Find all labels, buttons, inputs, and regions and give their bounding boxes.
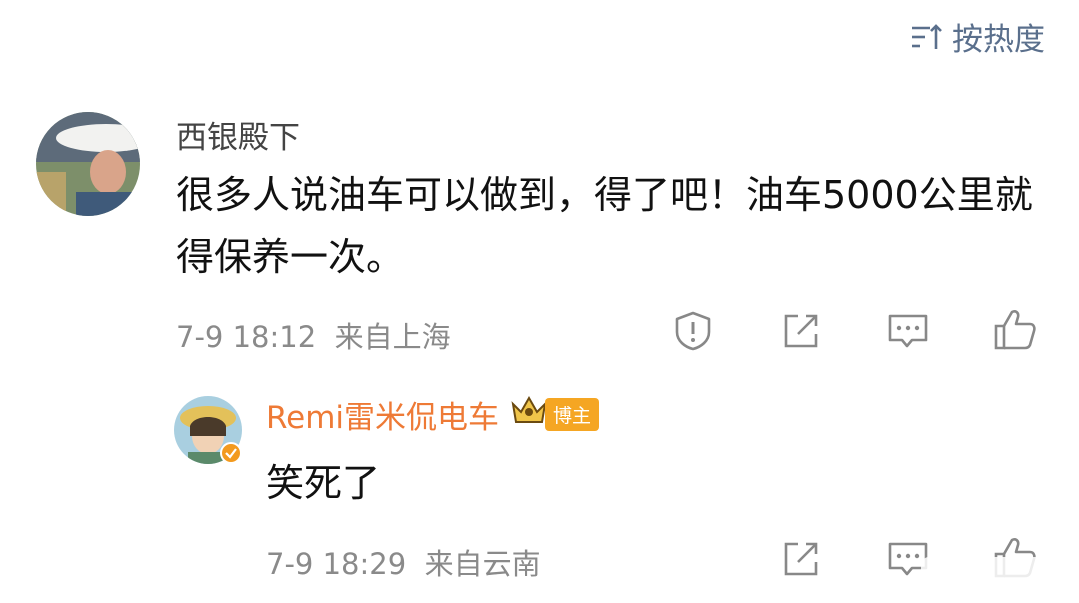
- watermark-overlay: [921, 557, 1071, 597]
- share-icon[interactable]: [780, 538, 822, 584]
- crown-icon: [509, 394, 549, 436]
- reply-meta: 7-9 18:29 来自云南: [266, 541, 541, 583]
- comment-time: 7-9 18:12: [176, 320, 317, 354]
- comment-location: 来自上海: [334, 320, 451, 354]
- reply-location: 来自云南: [424, 547, 541, 581]
- comment-username[interactable]: 西银殿下: [176, 112, 300, 157]
- reply-username[interactable]: Remi雷米侃电车: [266, 392, 499, 437]
- like-icon[interactable]: [992, 306, 1038, 356]
- reply-text: 笑死了: [266, 461, 381, 505]
- comment-meta: 7-9 18:12 来自上海: [176, 314, 451, 356]
- reply-username-row: Remi雷米侃电车 博主: [266, 392, 600, 437]
- sort-control[interactable]: 按热度: [910, 14, 1045, 59]
- verified-icon: [220, 442, 242, 468]
- report-icon[interactable]: [672, 310, 714, 356]
- comment-text: 很多人说油车可以做到，得了吧！油车5000公里就得保养一次。: [176, 173, 1033, 279]
- badge-label: 博主: [545, 398, 600, 431]
- sort-label: 按热度: [952, 22, 1045, 58]
- blogger-badge: 博主: [509, 394, 600, 436]
- reply-time: 7-9 18:29: [266, 547, 407, 581]
- share-icon[interactable]: [780, 310, 822, 356]
- sort-icon: [910, 22, 944, 52]
- comment-icon[interactable]: [886, 310, 930, 356]
- avatar[interactable]: [36, 112, 140, 216]
